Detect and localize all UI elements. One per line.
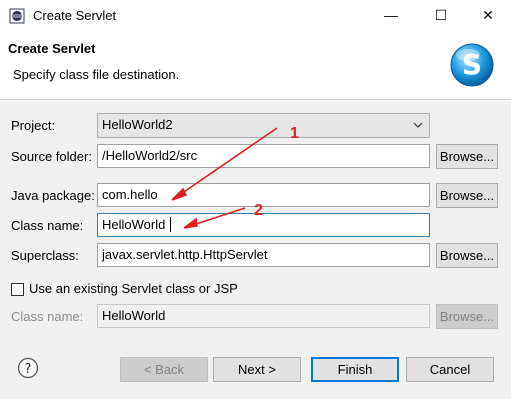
cancel-button[interactable]: Cancel bbox=[406, 357, 494, 382]
java-package-label: Java package: bbox=[11, 188, 95, 203]
existing-class-input[interactable]: HelloWorld bbox=[97, 304, 430, 328]
next-button[interactable]: Next > bbox=[213, 357, 301, 382]
superclass-label: Superclass: bbox=[11, 248, 79, 263]
use-existing-label: Use an existing Servlet class or JSP bbox=[29, 281, 238, 296]
minimize-button[interactable]: — bbox=[368, 0, 414, 31]
close-button[interactable]: ✕ bbox=[465, 0, 511, 31]
back-button[interactable]: < Back bbox=[120, 357, 208, 382]
help-icon[interactable]: ? bbox=[17, 357, 39, 379]
text-cursor bbox=[170, 217, 171, 232]
java-package-input[interactable]: com.hello bbox=[97, 183, 430, 207]
existing-class-label: Class name: bbox=[11, 309, 84, 324]
source-folder-input[interactable]: /HelloWorld2/src bbox=[97, 144, 430, 168]
class-name-input[interactable]: HelloWorld bbox=[97, 213, 430, 237]
help-glyph: ? bbox=[25, 362, 32, 377]
chevron-down-icon bbox=[413, 122, 423, 128]
class-name-value: HelloWorld bbox=[102, 217, 166, 232]
wizard-subtitle: Specify class file destination. bbox=[13, 67, 180, 82]
servlet-logo-icon: S bbox=[450, 43, 494, 87]
wizard-title: Create Servlet bbox=[8, 41, 96, 56]
source-folder-label: Source folder: bbox=[11, 149, 92, 164]
window-title: Create Servlet bbox=[33, 8, 117, 23]
java-package-browse-button[interactable]: Browse... bbox=[436, 183, 498, 208]
eclipse-app-icon bbox=[9, 8, 25, 24]
superclass-input[interactable]: javax.servlet.http.HttpServlet bbox=[97, 243, 430, 267]
class-name-label: Class name: bbox=[11, 218, 84, 233]
project-select[interactable]: HelloWorld2 bbox=[97, 113, 430, 138]
use-existing-checkbox[interactable] bbox=[11, 283, 24, 296]
source-folder-browse-button[interactable]: Browse... bbox=[436, 144, 498, 169]
project-value: HelloWorld2 bbox=[102, 117, 173, 132]
logo-letter: S bbox=[462, 48, 482, 81]
finish-button[interactable]: Finish bbox=[311, 357, 399, 382]
maximize-button[interactable]: ☐ bbox=[418, 0, 464, 31]
existing-class-browse-button[interactable]: Browse... bbox=[436, 304, 498, 329]
project-label: Project: bbox=[11, 118, 56, 133]
superclass-browse-button[interactable]: Browse... bbox=[436, 243, 498, 268]
